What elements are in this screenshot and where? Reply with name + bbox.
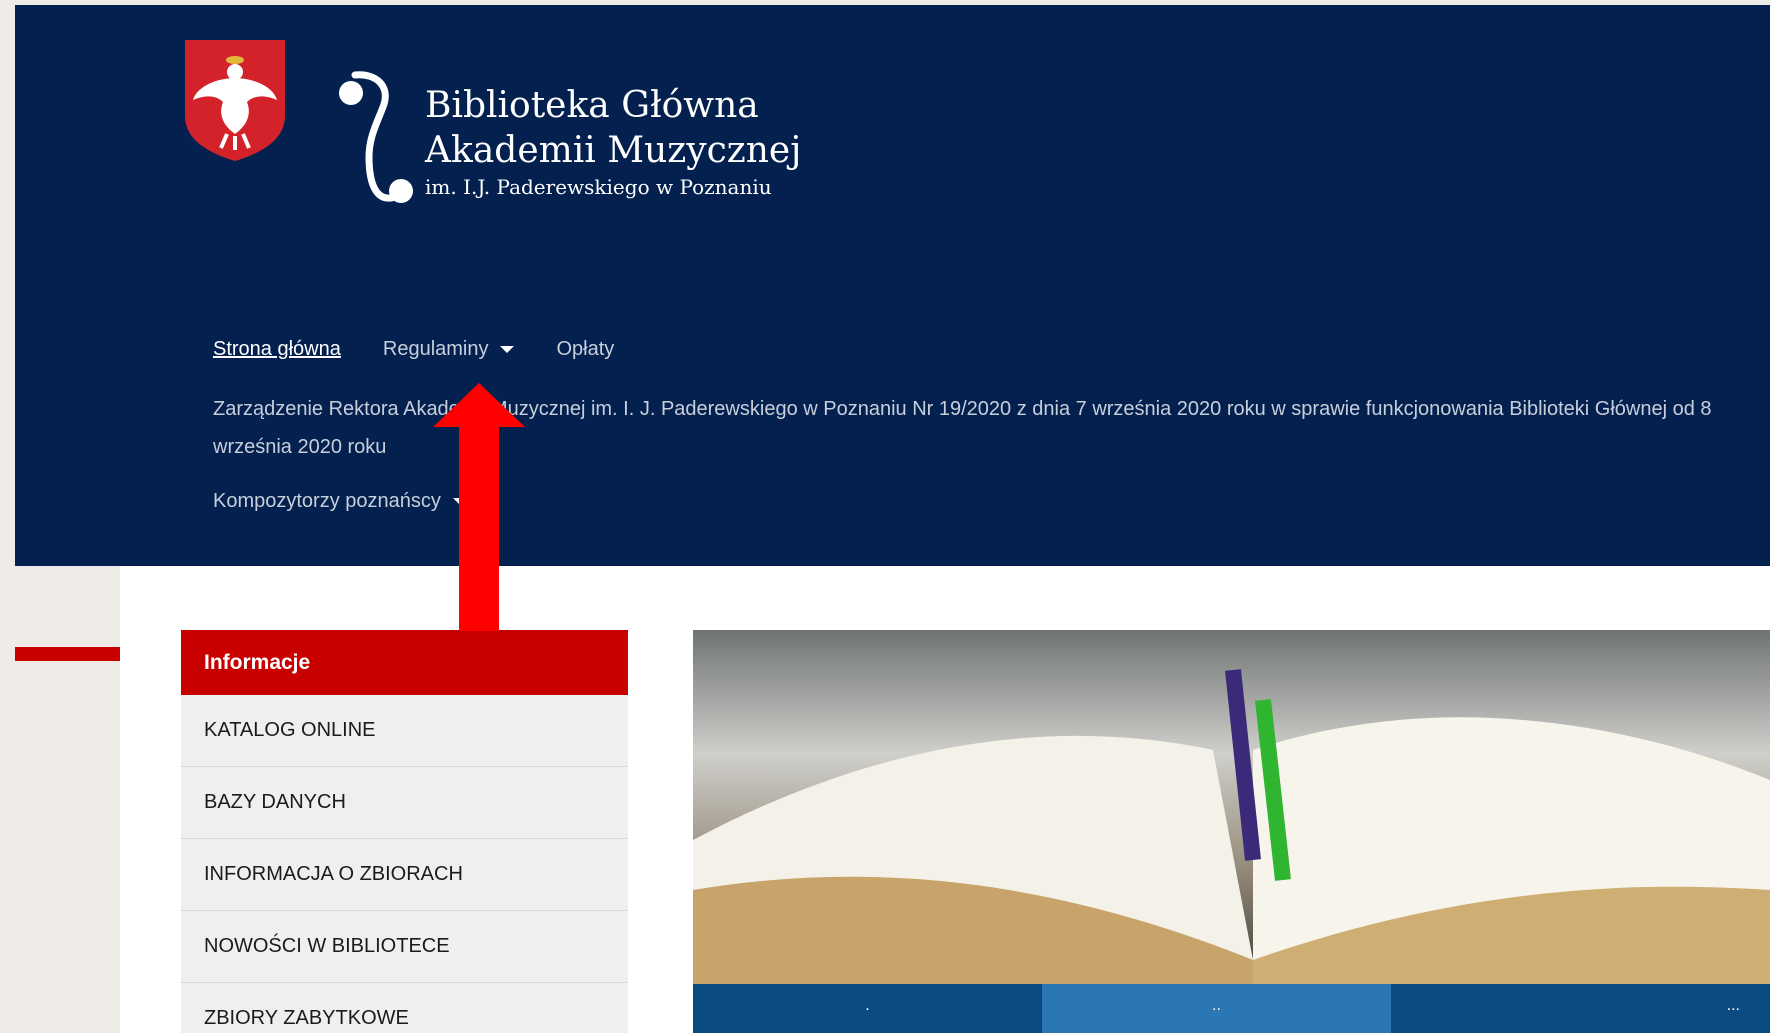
nav-item-home: Strona główna <box>213 338 341 361</box>
slider-nav: . .. ... <box>693 984 1770 1033</box>
sidebar-item-new-arrivals[interactable]: NOWOŚCI W BIBLIOTECE <box>181 911 628 983</box>
library-logo-text[interactable]: Biblioteka Główna Akademii Muzycznej im.… <box>425 83 801 201</box>
nav-link-home[interactable]: Strona główna <box>213 338 341 361</box>
nav-item-fees: Opłaty <box>556 338 614 361</box>
nav-item-regulations[interactable]: Regulaminy <box>383 338 515 361</box>
open-books-image <box>693 630 1770 984</box>
nav-link-composers[interactable]: Kompozytorzy poznańscy <box>213 490 441 513</box>
sidebar-item-collections-info[interactable]: INFORMACJA O ZBIORACH <box>181 839 628 911</box>
sidebar-heading: Informacje <box>181 630 628 695</box>
hero-slider: . .. ... <box>693 630 1770 1033</box>
open-book-illustration <box>693 669 1770 984</box>
chevron-down-icon[interactable] <box>500 346 515 353</box>
nav-link-fees[interactable]: Opłaty <box>556 338 614 361</box>
logo-title-line1: Biblioteka Główna <box>425 85 759 126</box>
slider-dot-1[interactable]: . <box>693 984 1042 1033</box>
red-accent-strip <box>15 647 120 661</box>
main-navigation: Strona główna Regulaminy Opłaty <box>213 338 656 361</box>
music-clef-logo-icon <box>339 71 413 203</box>
nav-item-composers[interactable]: Kompozytorzy poznańscy <box>213 490 467 513</box>
sidebar-menu: Informacje KATALOG ONLINE BAZY DANYCH IN… <box>181 630 628 1033</box>
slider-dot-2[interactable]: .. <box>1042 984 1391 1033</box>
logo-subtitle: im. I.J. Paderewskiego w Poznaniu <box>425 175 772 199</box>
slider-dot-3[interactable]: ... <box>1391 984 1770 1033</box>
sidebar-item-databases[interactable]: BAZY DANYCH <box>181 767 628 839</box>
sidebar-item-catalog[interactable]: KATALOG ONLINE <box>181 695 628 767</box>
polish-eagle-emblem-icon <box>185 40 285 161</box>
site-header: Biblioteka Główna Akademii Muzycznej im.… <box>15 5 1770 566</box>
page: Biblioteka Główna Akademii Muzycznej im.… <box>15 5 1770 1033</box>
red-arrow-annotation-icon <box>433 383 525 631</box>
nav-link-regulations[interactable]: Regulaminy <box>383 338 489 361</box>
logo-title-line2: Akademii Muzycznej <box>425 130 802 171</box>
sidebar-item-antique-collections[interactable]: ZBIORY ZABYTKOWE <box>181 983 628 1033</box>
